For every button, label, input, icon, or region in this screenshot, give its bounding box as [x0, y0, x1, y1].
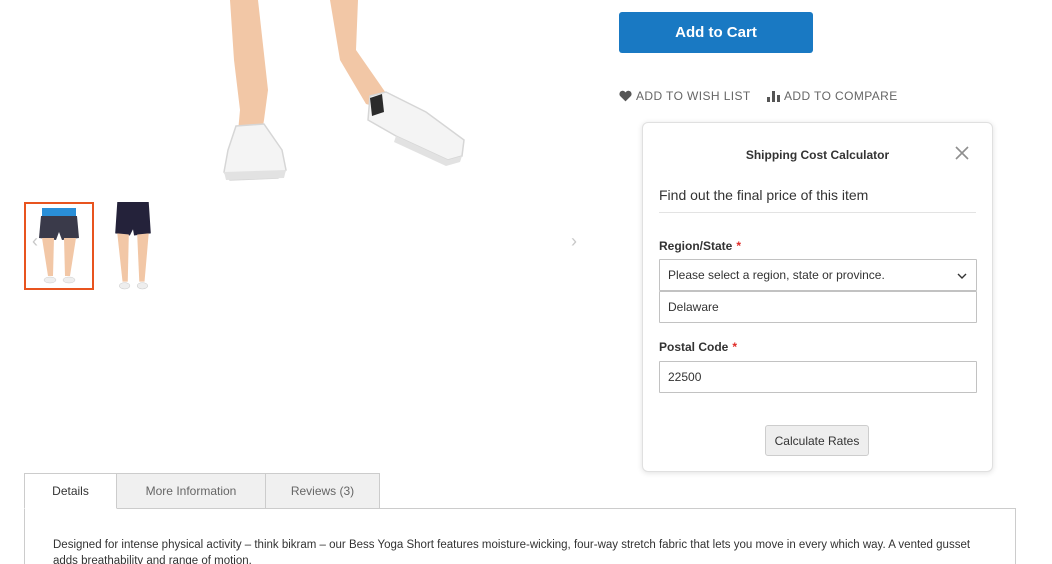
- heart-icon: [619, 90, 632, 102]
- chevron-left-icon[interactable]: ‹: [32, 232, 38, 250]
- postal-code-label: Postal Code *: [659, 340, 737, 354]
- postal-label-text: Postal Code: [659, 340, 729, 354]
- add-to-compare-link[interactable]: ADD TO COMPARE: [767, 89, 898, 103]
- wishlist-label: ADD TO WISH LIST: [636, 89, 751, 103]
- region-select-value: Please select a region, state or provinc…: [668, 268, 885, 282]
- required-mark: *: [736, 239, 742, 253]
- compare-label: ADD TO COMPARE: [784, 89, 898, 103]
- region-label: Region/State *: [659, 239, 741, 253]
- postal-code-input[interactable]: 22500: [659, 361, 977, 393]
- product-description: Designed for intense physical activity –…: [53, 539, 971, 564]
- tab-content-details: Designed for intense physical activity –…: [24, 508, 1016, 564]
- region-text-input[interactable]: Delaware: [659, 291, 977, 323]
- gallery-thumbnail-back[interactable]: [98, 202, 168, 290]
- close-icon[interactable]: [954, 145, 970, 161]
- bar-chart-icon: [767, 90, 780, 102]
- tab-details[interactable]: Details: [24, 473, 117, 509]
- add-to-cart-button[interactable]: Add to Cart: [619, 12, 813, 53]
- tab-more-information[interactable]: More Information: [116, 473, 266, 509]
- divider: [659, 212, 976, 213]
- product-main-image: [190, 0, 490, 185]
- chevron-down-icon: [956, 270, 968, 282]
- region-select[interactable]: Please select a region, state or provinc…: [659, 259, 977, 291]
- shipping-calculator-modal: Shipping Cost Calculator Find out the fi…: [642, 122, 993, 472]
- modal-title: Shipping Cost Calculator: [745, 148, 890, 162]
- calculate-rates-button[interactable]: Calculate Rates: [765, 425, 869, 456]
- thumbnail-image: [115, 202, 151, 290]
- modal-subtitle: Find out the final price of this item: [659, 187, 869, 203]
- chevron-right-icon[interactable]: ›: [571, 232, 577, 250]
- tab-reviews[interactable]: Reviews (3): [265, 473, 380, 509]
- region-label-text: Region/State: [659, 239, 733, 253]
- add-to-wishlist-link[interactable]: ADD TO WISH LIST: [619, 89, 751, 103]
- required-mark: *: [732, 340, 738, 354]
